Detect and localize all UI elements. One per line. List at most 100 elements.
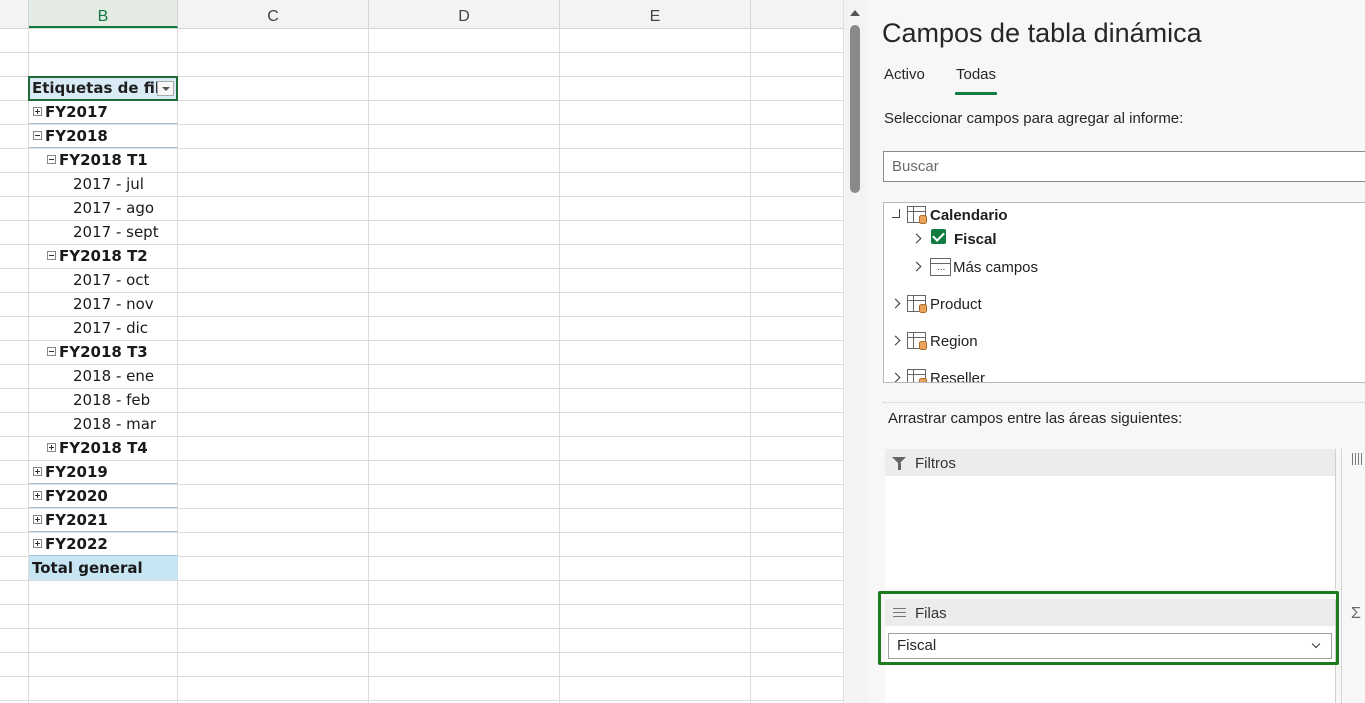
column-headers: B C D E bbox=[0, 0, 843, 29]
pivot-row[interactable]: 2017 - sept bbox=[29, 220, 178, 244]
field-more-fields[interactable]: Más campos bbox=[884, 254, 1365, 280]
chevron-right-icon[interactable] bbox=[911, 233, 922, 244]
pivot-row[interactable]: FY2018 T2 bbox=[29, 244, 178, 268]
chevron-right-icon[interactable] bbox=[890, 335, 901, 346]
filters-area-header: Filtros bbox=[885, 449, 1335, 476]
chevron-right-icon[interactable] bbox=[890, 372, 901, 382]
pivot-row[interactable]: 2018 - feb bbox=[29, 388, 178, 412]
pivot-row-label: FY2018 T4 bbox=[59, 439, 148, 457]
chevron-right-icon[interactable] bbox=[890, 298, 901, 309]
gridline bbox=[0, 52, 843, 53]
column-header-c[interactable]: C bbox=[178, 0, 369, 28]
filter-dropdown-button[interactable] bbox=[157, 81, 174, 96]
collapse-icon[interactable] bbox=[33, 130, 42, 140]
gridline bbox=[0, 628, 843, 629]
pivot-row-label: FY2022 bbox=[45, 535, 108, 553]
collapse-icon[interactable] bbox=[892, 209, 900, 218]
pivot-row-label: 2017 - jul bbox=[73, 175, 144, 193]
pivot-row-label: 2017 - ago bbox=[73, 199, 155, 217]
gridline bbox=[0, 604, 843, 605]
pane-title: Campos de tabla dinámica bbox=[882, 18, 1202, 48]
table-icon bbox=[907, 332, 927, 350]
field-fiscal[interactable]: Fiscal bbox=[884, 227, 1365, 251]
drag-fields-label: Arrastrar campos entre las áreas siguien… bbox=[888, 410, 1183, 427]
field-group-reseller[interactable]: Reseller bbox=[884, 365, 1365, 382]
pivot-row[interactable]: 2018 - mar bbox=[29, 412, 178, 436]
more-fields-icon bbox=[930, 258, 951, 276]
pivot-row[interactable]: FY2017 bbox=[29, 100, 178, 124]
column-header-b[interactable]: B bbox=[29, 0, 178, 28]
pivot-row-label: 2018 - mar bbox=[73, 415, 157, 433]
chevron-right-icon[interactable] bbox=[911, 261, 922, 272]
scrollbar-thumb[interactable] bbox=[850, 25, 860, 193]
field-product-label: Product bbox=[930, 296, 982, 313]
pivot-row[interactable]: FY2019 bbox=[29, 460, 178, 484]
filter-icon bbox=[892, 457, 906, 470]
pivot-row[interactable]: 2017 - nov bbox=[29, 292, 178, 316]
pivot-row[interactable]: FY2018 T4 bbox=[29, 436, 178, 460]
choose-fields-label: Seleccionar campos para agregar al infor… bbox=[884, 110, 1184, 127]
pivot-row-label: FY2017 bbox=[45, 103, 108, 121]
gridline bbox=[559, 28, 560, 703]
pivot-row[interactable]: FY2018 bbox=[29, 124, 178, 148]
table-icon bbox=[907, 295, 927, 313]
field-group-region[interactable]: Region bbox=[884, 328, 1365, 354]
tab-active[interactable]: Activo bbox=[884, 66, 925, 83]
pivot-row[interactable]: 2017 - dic bbox=[29, 316, 178, 340]
pivot-row[interactable]: FY2021 bbox=[29, 508, 178, 532]
vertical-scrollbar[interactable] bbox=[843, 0, 868, 703]
pivot-row[interactable]: FY2020 bbox=[29, 484, 178, 508]
expand-icon[interactable] bbox=[33, 466, 42, 476]
pivot-row[interactable]: 2017 - oct bbox=[29, 268, 178, 292]
collapse-icon[interactable] bbox=[47, 154, 56, 164]
pivot-row[interactable]: FY2018 T1 bbox=[29, 148, 178, 172]
scroll-up-arrow-icon[interactable] bbox=[850, 10, 860, 16]
checkbox-checked-icon[interactable] bbox=[931, 229, 946, 244]
field-group-product[interactable]: Product bbox=[884, 291, 1365, 317]
pivot-row-labels-header[interactable]: Etiquetas de fila bbox=[28, 76, 178, 101]
pivot-row-label: 2017 - dic bbox=[73, 319, 149, 337]
table-icon bbox=[907, 206, 927, 224]
expand-icon[interactable] bbox=[33, 490, 42, 500]
field-group-calendario[interactable]: Calendario bbox=[884, 203, 1365, 227]
pivot-row-label: FY2018 T3 bbox=[59, 343, 148, 361]
gridline bbox=[368, 28, 369, 703]
divider bbox=[883, 402, 1365, 403]
pivot-row[interactable]: FY2018 T3 bbox=[29, 340, 178, 364]
expand-icon[interactable] bbox=[33, 514, 42, 524]
collapse-icon[interactable] bbox=[47, 250, 56, 260]
column-header-d[interactable]: D bbox=[369, 0, 560, 28]
column-header-e[interactable]: E bbox=[560, 0, 751, 28]
expand-icon[interactable] bbox=[33, 106, 42, 116]
pivot-row[interactable]: 2017 - jul bbox=[29, 172, 178, 196]
filters-area-title: Filtros bbox=[915, 455, 956, 472]
pivot-grand-total[interactable]: Total general bbox=[29, 556, 178, 580]
field-fiscal-label: Fiscal bbox=[954, 231, 997, 248]
pivot-row[interactable]: 2017 - ago bbox=[29, 196, 178, 220]
pivot-row-label: FY2018 bbox=[45, 127, 108, 145]
gridline bbox=[0, 580, 843, 581]
row-header-corner[interactable] bbox=[0, 0, 29, 28]
search-input[interactable] bbox=[883, 151, 1365, 182]
expand-icon[interactable] bbox=[33, 538, 42, 548]
filters-area[interactable]: Filtros bbox=[885, 449, 1336, 589]
table-icon bbox=[907, 369, 927, 382]
gridline bbox=[750, 28, 751, 703]
expand-icon[interactable] bbox=[47, 442, 56, 452]
tab-all[interactable]: Todas bbox=[956, 66, 996, 83]
highlight-box bbox=[878, 591, 1339, 665]
collapse-icon[interactable] bbox=[47, 346, 56, 356]
field-calendario-label: Calendario bbox=[930, 207, 1008, 224]
field-list[interactable]: Calendario Fiscal Más campos Product Reg… bbox=[883, 202, 1365, 383]
pivot-row-label: 2018 - ene bbox=[73, 367, 155, 385]
spreadsheet-grid[interactable]: B C D E Etiquetas de fila FY2017 FY2018 FY… bbox=[0, 0, 843, 703]
pivot-row[interactable]: 2018 - ene bbox=[29, 364, 178, 388]
field-more-label: Más campos bbox=[953, 259, 1039, 276]
pivot-row-label: FY2018 T1 bbox=[59, 151, 148, 169]
columns-values-area-edge[interactable]: Σ bbox=[1341, 449, 1365, 703]
gridline bbox=[0, 652, 843, 653]
pivot-row[interactable]: FY2022 bbox=[29, 532, 178, 556]
pivot-row-label: 2017 - nov bbox=[73, 295, 154, 313]
pivot-row-label: FY2019 bbox=[45, 463, 108, 481]
active-tab-indicator bbox=[955, 92, 997, 95]
